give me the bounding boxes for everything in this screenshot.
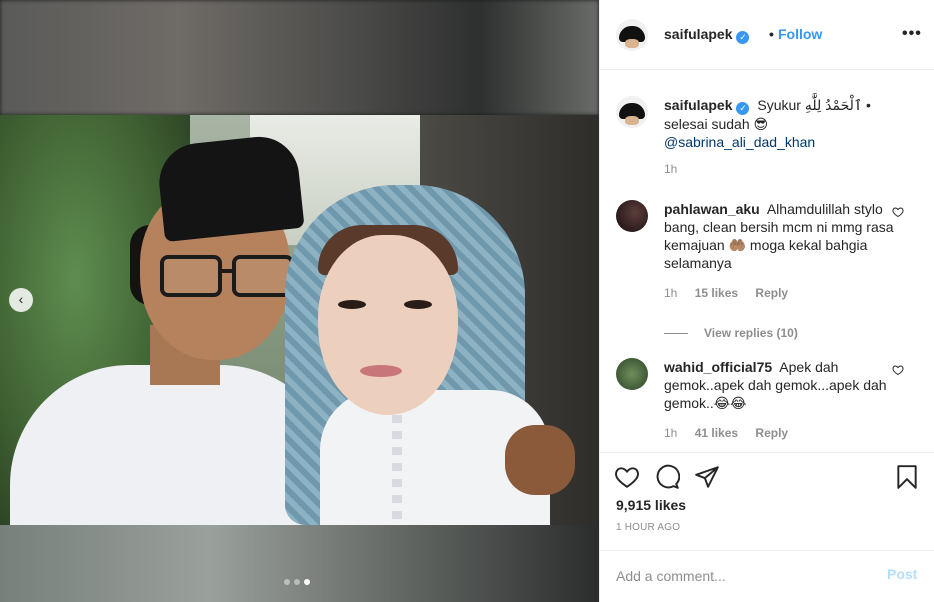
comment-body: pahlawan_aku Alhamdulillah stylo bang, c… [664, 200, 900, 272]
heart-icon[interactable] [892, 206, 904, 218]
comment-body: wahid_official75 Apek dah gemok..apek da… [664, 358, 900, 412]
media-blur-bottom [0, 525, 599, 602]
verified-badge-icon: ✓ [736, 31, 750, 44]
verified-badge-icon: ✓ [736, 102, 750, 115]
woman-eye [338, 300, 366, 309]
man-hand [505, 425, 575, 495]
comment-icon[interactable] [654, 464, 680, 490]
comment-input[interactable] [616, 565, 866, 587]
post-timestamp: 1 HOUR AGO [616, 522, 681, 533]
woman-lips [360, 365, 402, 377]
view-replies-button[interactable]: View replies (10) [664, 326, 798, 340]
avatar[interactable] [616, 358, 648, 390]
glasses [160, 255, 300, 300]
instagram-post: ‹ saifulapek ✓ • Follow ••• saifulapek ✓ S… [0, 0, 934, 602]
follow-button[interactable]: Follow [778, 26, 822, 42]
heart-icon[interactable] [892, 364, 904, 376]
reply-button[interactable]: Reply [755, 286, 788, 300]
heart-icon[interactable] [614, 464, 640, 490]
caption-body: saifulapek ✓ Syukur ٱلْحَمْدُ لِلَّٰهِ • … [664, 96, 900, 151]
post-actions: 9,915 likes 1 HOUR AGO [600, 452, 934, 550]
comment-time: 1h [664, 286, 678, 300]
reply-button[interactable]: Reply [755, 426, 788, 440]
kurung-buttons [392, 415, 402, 525]
caption-meta: 1h [664, 162, 691, 176]
couple-photo [0, 115, 599, 525]
comment-meta: 1h 15 likes Reply [664, 286, 802, 300]
chevron-left-icon: ‹ [18, 291, 24, 307]
woman-face [318, 235, 458, 415]
media-blur-top [0, 0, 599, 115]
carousel-prev-button[interactable]: ‹ [9, 288, 33, 312]
comment-meta: 1h 41 likes Reply [664, 426, 802, 440]
comment-username[interactable]: wahid_official75 [664, 359, 772, 375]
carousel-dot-active[interactable] [304, 579, 310, 585]
woman-eye [404, 300, 432, 309]
mention-link[interactable]: @sabrina_ali_dad_khan [664, 134, 815, 150]
likes-count[interactable]: 9,915 likes [616, 497, 686, 513]
add-comment-bar: Post [600, 550, 934, 602]
more-options-icon[interactable]: ••• [902, 26, 922, 42]
header-separator: • [769, 26, 774, 42]
post-header: saifulapek ✓ • Follow ••• [600, 0, 934, 70]
post-comment-button[interactable]: Post [887, 566, 917, 582]
comment-username[interactable]: pahlawan_aku [664, 201, 760, 217]
comment-likes[interactable]: 41 likes [695, 426, 738, 440]
header-username[interactable]: saifulapek ✓ [664, 26, 750, 44]
comments-list[interactable]: saifulapek ✓ Syukur ٱلْحَمْدُ لِلَّٰهِ • … [600, 70, 934, 452]
carousel-dots [284, 579, 310, 585]
caption-username[interactable]: saifulapek ✓ [664, 97, 750, 115]
comment-time: 1h [664, 426, 678, 440]
post-media[interactable]: ‹ [0, 0, 599, 602]
avatar[interactable] [616, 200, 648, 232]
carousel-dot[interactable] [294, 579, 300, 585]
comment-likes[interactable]: 15 likes [695, 286, 738, 300]
share-icon[interactable] [694, 464, 720, 490]
caption-time: 1h [664, 162, 678, 176]
songkok [155, 132, 305, 243]
post-side-panel: saifulapek ✓ • Follow ••• saifulapek ✓ Syu… [599, 0, 934, 602]
carousel-dot[interactable] [284, 579, 290, 585]
avatar[interactable] [616, 19, 648, 51]
avatar[interactable] [616, 96, 648, 128]
bookmark-icon[interactable] [894, 464, 920, 490]
